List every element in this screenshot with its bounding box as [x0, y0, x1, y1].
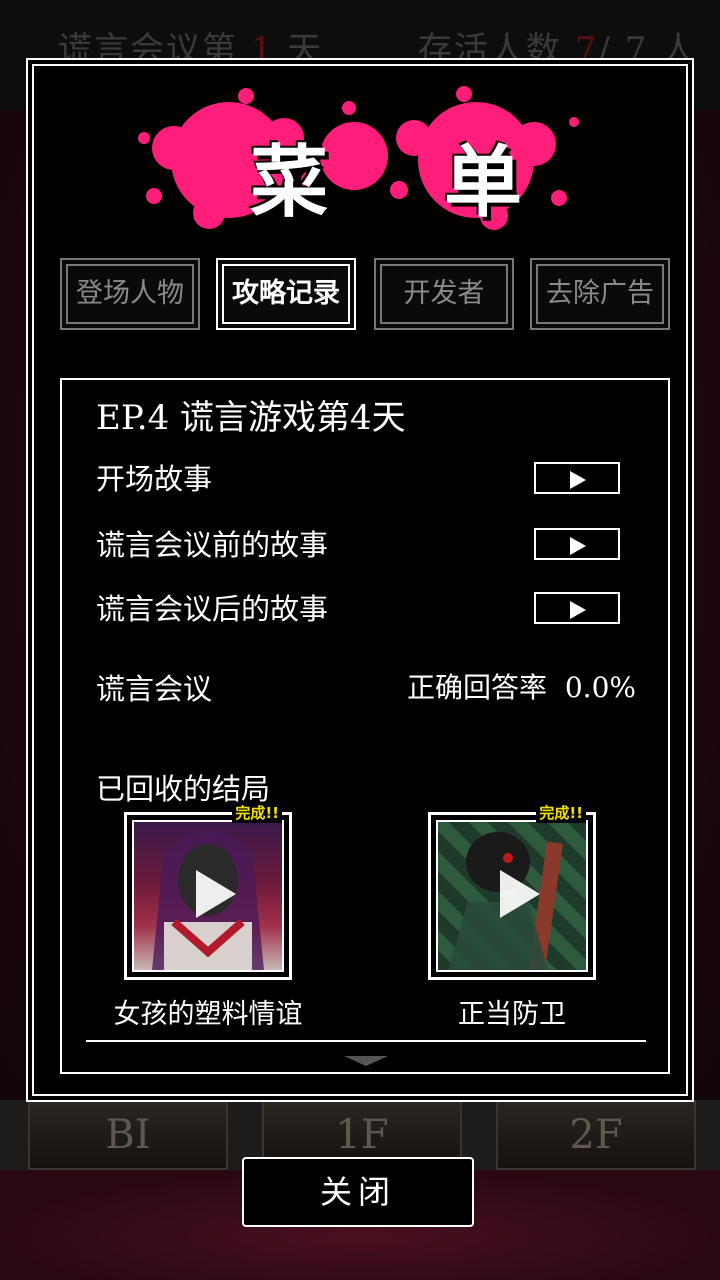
- tab-characters[interactable]: 登场人物: [60, 258, 200, 330]
- story-label-before-meeting: 谎言会议前的故事: [96, 528, 329, 562]
- play-icon: [196, 870, 236, 918]
- menu-title-char-1: 菜: [250, 138, 329, 228]
- record-content[interactable]: EP.4 谎言游戏第4天 开场故事 谎言会议前的故事 谎言会议后的故事 谎言会议…: [60, 378, 670, 1074]
- episode-title: EP.4 谎言游戏第4天: [96, 398, 406, 438]
- scroll-down-icon[interactable]: [344, 1056, 388, 1066]
- story-label-opening: 开场故事: [96, 462, 213, 496]
- correct-rate: 正确回答率 0.0%: [407, 666, 636, 706]
- floor-b1: BI: [28, 1100, 228, 1170]
- menu-tabs: 登场人物 攻略记录 开发者 去除广告: [60, 258, 672, 332]
- play-icon: [570, 471, 586, 489]
- meeting-label: 谎言会议: [96, 672, 213, 706]
- close-button[interactable]: 关闭: [242, 1157, 474, 1227]
- ending-thumbnail: [132, 820, 284, 972]
- menu-panel: 菜 单 登场人物 攻略记录 开发者 去除广告 EP.4 谎言游戏第4天 开场故事…: [26, 58, 694, 1102]
- ending-name: 女孩的塑料情谊: [113, 999, 303, 1030]
- correct-rate-value: 0.0%: [564, 671, 636, 704]
- completed-badge: 完成!!: [536, 802, 586, 823]
- play-opening-button[interactable]: [534, 462, 620, 494]
- story-label-after-meeting: 谎言会议后的故事: [96, 592, 329, 626]
- play-icon: [500, 870, 540, 918]
- divider: [86, 1040, 646, 1042]
- tab-developer[interactable]: 开发者: [374, 258, 514, 330]
- ending-thumbnail: [436, 820, 588, 972]
- correct-rate-label: 正确回答率: [407, 671, 548, 704]
- tab-strategy-record[interactable]: 攻略记录: [216, 258, 356, 330]
- play-icon: [570, 537, 586, 555]
- play-before-meeting-button[interactable]: [534, 528, 620, 560]
- menu-title: 菜 单: [114, 78, 594, 238]
- tab-remove-ads[interactable]: 去除广告: [530, 258, 670, 330]
- play-icon: [570, 601, 586, 619]
- ending-name: 正当防卫: [458, 999, 566, 1030]
- play-after-meeting-button[interactable]: [534, 592, 620, 624]
- completed-badge: 完成!!: [232, 802, 282, 823]
- menu-title-char-2: 单: [444, 138, 523, 228]
- floor-2f: 2F: [496, 1100, 696, 1170]
